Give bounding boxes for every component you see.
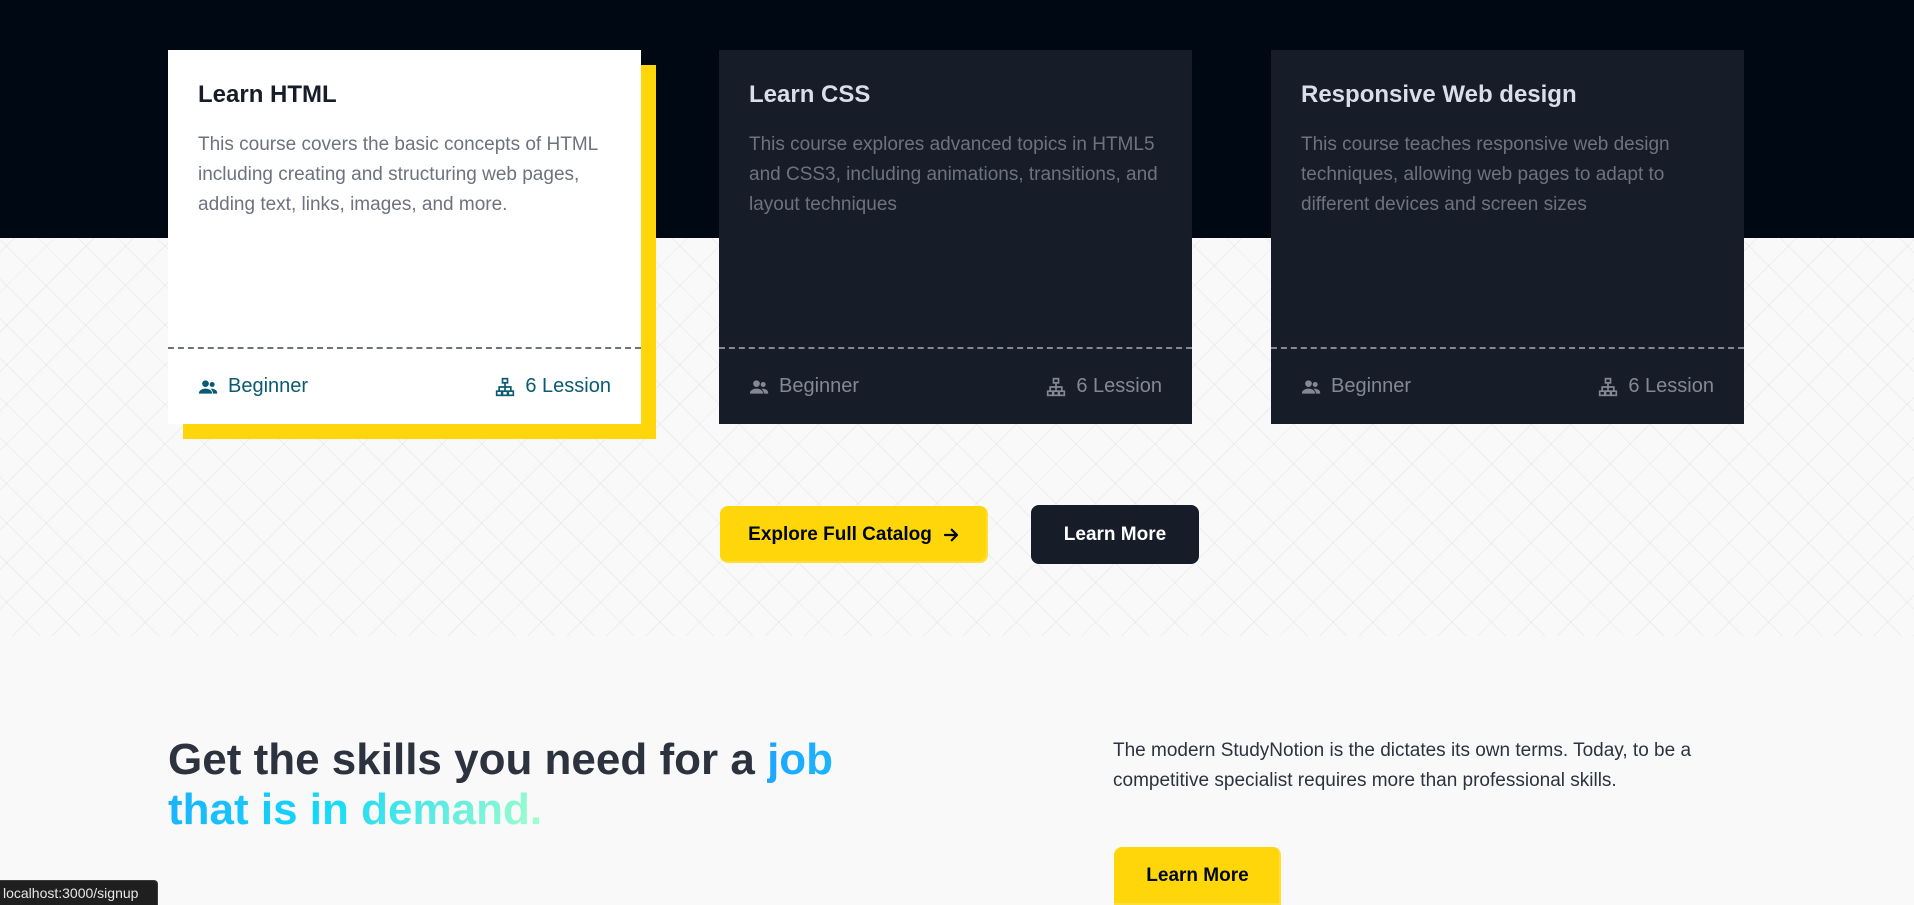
- card-body: Responsive Web design This course teache…: [1271, 50, 1744, 347]
- learn-more-label: Learn More: [1063, 523, 1167, 545]
- card-lessons-label: 6 Lession: [1076, 375, 1162, 397]
- hierarchy-icon: [1047, 377, 1066, 396]
- users-icon: [1301, 379, 1321, 394]
- browser-status-url: localhost:3000/signup: [0, 880, 158, 905]
- course-card-html[interactable]: Learn HTML This course covers the basic …: [168, 50, 641, 424]
- card-footer: Beginner 6 Lession: [719, 347, 1192, 424]
- arrow-right-icon: [943, 528, 958, 541]
- card-body: Learn CSS This course explores advanced …: [719, 50, 1192, 347]
- card-level-label: Beginner: [1331, 375, 1412, 397]
- course-card-responsive[interactable]: Responsive Web design This course teache…: [1271, 50, 1744, 424]
- learn-more-button[interactable]: Learn More: [1031, 505, 1199, 564]
- card-footer: Beginner 6 Lession: [1271, 347, 1744, 424]
- card-level-label: Beginner: [779, 375, 860, 397]
- card-description: This course explores advanced topics in …: [749, 134, 1158, 215]
- explore-catalog-button[interactable]: Explore Full Catalog: [720, 506, 988, 563]
- card-level: Beginner: [1301, 375, 1411, 398]
- card-level-label: Beginner: [228, 375, 309, 397]
- hierarchy-icon: [496, 377, 515, 396]
- card-lessons: 6 Lession: [1046, 375, 1162, 398]
- card-title: Learn HTML: [198, 81, 337, 108]
- card-lessons: 6 Lession: [495, 375, 611, 398]
- card-lessons-label: 6 Lession: [525, 375, 611, 397]
- page: Learn HTML This course covers the basic …: [0, 0, 1914, 905]
- card-description: This course teaches responsive web desig…: [1301, 134, 1670, 215]
- card-lessons-label: 6 Lession: [1628, 375, 1714, 397]
- users-icon: [749, 379, 769, 394]
- hierarchy-icon: [1599, 377, 1618, 396]
- card-lessons: 6 Lession: [1598, 375, 1714, 398]
- card-level: Beginner: [198, 375, 308, 398]
- card-title: Learn CSS: [749, 81, 871, 108]
- card-body: Learn HTML This course covers the basic …: [168, 50, 641, 347]
- users-icon: [198, 379, 218, 394]
- card-title: Responsive Web design: [1301, 81, 1577, 108]
- skills-learn-more-button[interactable]: Learn More: [1114, 847, 1281, 905]
- course-card-css[interactable]: Learn CSS This course explores advanced …: [719, 50, 1192, 424]
- card-description: This course covers the basic concepts of…: [198, 134, 598, 215]
- skills-heading-plain: Get the skills you need for a: [168, 735, 768, 784]
- skills-heading: Get the skills you need for a job that i…: [168, 735, 888, 835]
- skills-learn-more-label: Learn More: [1146, 865, 1249, 886]
- card-footer: Beginner 6 Lession: [168, 347, 641, 424]
- explore-catalog-label: Explore Full Catalog: [748, 523, 932, 545]
- card-level: Beginner: [749, 375, 859, 398]
- skills-description: The modern StudyNotion is the dictates i…: [1113, 740, 1692, 791]
